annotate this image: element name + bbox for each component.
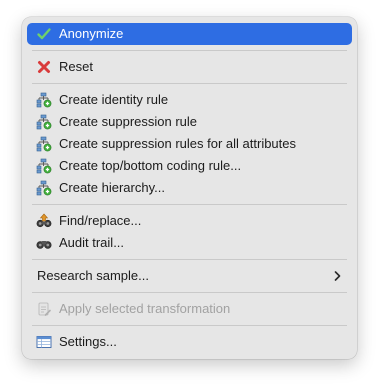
hierarchy-rule-icon <box>36 114 52 130</box>
menu-item-label: Reset <box>59 59 93 74</box>
menu-item-label: Create hierarchy... <box>59 180 165 195</box>
menu-item-label: Settings... <box>59 334 117 349</box>
menu-item-research-sample[interactable]: Research sample... <box>27 265 352 287</box>
menu-item-label: Create top/bottom coding rule... <box>59 158 242 173</box>
menu-item-anonymize[interactable]: Anonymize <box>27 23 352 45</box>
menu-separator <box>32 83 347 84</box>
checkmark-icon <box>36 26 52 42</box>
menu-separator <box>32 259 347 260</box>
menu-item-find-replace[interactable]: Find/replace... <box>27 210 352 232</box>
menu-item-label: Create suppression rules for all attribu… <box>59 136 297 151</box>
menu-item-reset[interactable]: Reset <box>27 56 352 78</box>
menu-item-label: Anonymize <box>59 26 124 41</box>
hierarchy-rule-icon <box>36 158 52 174</box>
menu-item-create-suppression-rule[interactable]: Create suppression rule <box>27 111 352 133</box>
menu-separator <box>32 325 347 326</box>
menu-item-create-suppression-rules-all[interactable]: Create suppression rules for all attribu… <box>27 133 352 155</box>
menu-item-label: Apply selected transformation <box>59 301 231 316</box>
menu-item-label: Audit trail... <box>59 235 125 250</box>
menu-item-create-hierarchy[interactable]: Create hierarchy... <box>27 177 352 199</box>
menu-item-settings[interactable]: Settings... <box>27 331 352 353</box>
menu-separator <box>32 50 347 51</box>
apply-transformation-icon <box>36 301 52 317</box>
menu-item-label: Find/replace... <box>59 213 142 228</box>
menu-item-create-identity-rule[interactable]: Create identity rule <box>27 89 352 111</box>
menu-separator <box>32 292 347 293</box>
menu-item-create-top-bottom-coding-rule[interactable]: Create top/bottom coding rule... <box>27 155 352 177</box>
hierarchy-rule-icon <box>36 136 52 152</box>
menu-item-audit-trail[interactable]: Audit trail... <box>27 232 352 254</box>
chevron-right-icon <box>332 265 342 287</box>
menu-item-label: Create identity rule <box>59 92 169 107</box>
menu-item-label: Research sample... <box>37 268 149 283</box>
hierarchy-rule-icon <box>36 180 52 196</box>
binoculars-icon <box>36 235 52 251</box>
menu-item-label: Create suppression rule <box>59 114 198 129</box>
menu-item-apply-selected-transformation: Apply selected transformation <box>27 298 352 320</box>
red-x-icon <box>36 59 52 75</box>
context-menu: Anonymize Reset Create identity rule Cre… <box>22 17 357 359</box>
menu-separator <box>32 204 347 205</box>
settings-table-icon <box>36 334 52 350</box>
hierarchy-rule-icon <box>36 92 52 108</box>
find-replace-icon <box>36 213 52 229</box>
